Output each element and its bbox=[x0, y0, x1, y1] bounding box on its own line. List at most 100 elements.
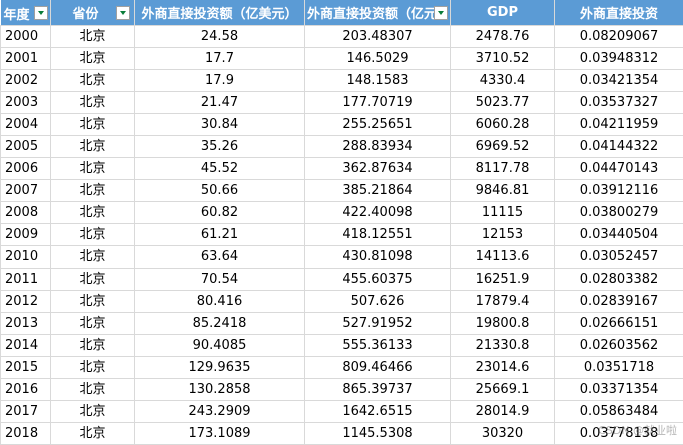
cell-fdi-usd[interactable]: 45.52 bbox=[135, 158, 305, 180]
cell-year[interactable]: 2015 bbox=[1, 356, 51, 378]
cell-year[interactable]: 2005 bbox=[1, 135, 51, 157]
cell-gdp[interactable]: 11115 bbox=[451, 202, 555, 224]
header-fdi-usd[interactable]: 外商直接投资额（亿美元） bbox=[135, 0, 305, 25]
cell-province[interactable]: 北京 bbox=[51, 423, 135, 445]
cell-fdi-ratio[interactable]: 0.03052457 bbox=[555, 246, 683, 268]
cell-province[interactable]: 北京 bbox=[51, 379, 135, 401]
cell-province[interactable]: 北京 bbox=[51, 202, 135, 224]
cell-fdi-cny[interactable]: 203.48307 bbox=[305, 25, 451, 47]
cell-province[interactable]: 北京 bbox=[51, 69, 135, 91]
cell-year[interactable]: 2011 bbox=[1, 268, 51, 290]
cell-fdi-cny[interactable]: 422.40098 bbox=[305, 202, 451, 224]
cell-fdi-usd[interactable]: 90.4085 bbox=[135, 334, 305, 356]
cell-year[interactable]: 2009 bbox=[1, 224, 51, 246]
cell-province[interactable]: 北京 bbox=[51, 25, 135, 47]
cell-fdi-ratio[interactable]: 0.05863484 bbox=[555, 401, 683, 423]
cell-fdi-cny[interactable]: 146.5029 bbox=[305, 47, 451, 69]
cell-fdi-cny[interactable]: 555.36133 bbox=[305, 334, 451, 356]
header-fdi-ratio[interactable]: 外商直接投资 bbox=[555, 0, 683, 25]
cell-gdp[interactable]: 16251.9 bbox=[451, 268, 555, 290]
cell-province[interactable]: 北京 bbox=[51, 91, 135, 113]
cell-gdp[interactable]: 25669.1 bbox=[451, 379, 555, 401]
cell-gdp[interactable]: 19800.8 bbox=[451, 312, 555, 334]
cell-province[interactable]: 北京 bbox=[51, 224, 135, 246]
cell-year[interactable]: 2003 bbox=[1, 91, 51, 113]
cell-fdi-cny[interactable]: 865.39737 bbox=[305, 379, 451, 401]
cell-year[interactable]: 2002 bbox=[1, 69, 51, 91]
cell-gdp[interactable]: 12153 bbox=[451, 224, 555, 246]
cell-fdi-ratio[interactable]: 0.0351718 bbox=[555, 356, 683, 378]
cell-gdp[interactable]: 8117.78 bbox=[451, 158, 555, 180]
cell-fdi-ratio[interactable]: 0.02603562 bbox=[555, 334, 683, 356]
cell-gdp[interactable]: 21330.8 bbox=[451, 334, 555, 356]
cell-fdi-ratio[interactable]: 0.03440504 bbox=[555, 224, 683, 246]
cell-province[interactable]: 北京 bbox=[51, 47, 135, 69]
cell-fdi-usd[interactable]: 129.9635 bbox=[135, 356, 305, 378]
header-year[interactable]: 年度 bbox=[1, 0, 51, 25]
cell-year[interactable]: 2004 bbox=[1, 113, 51, 135]
cell-fdi-usd[interactable]: 85.2418 bbox=[135, 312, 305, 334]
cell-fdi-cny[interactable]: 362.87634 bbox=[305, 158, 451, 180]
filter-dropdown-icon[interactable] bbox=[116, 6, 130, 20]
cell-gdp[interactable]: 2478.76 bbox=[451, 25, 555, 47]
cell-fdi-cny[interactable]: 418.12551 bbox=[305, 224, 451, 246]
cell-fdi-usd[interactable]: 70.54 bbox=[135, 268, 305, 290]
cell-fdi-cny[interactable]: 527.91952 bbox=[305, 312, 451, 334]
cell-fdi-usd[interactable]: 21.47 bbox=[135, 91, 305, 113]
cell-province[interactable]: 北京 bbox=[51, 135, 135, 157]
cell-year[interactable]: 2010 bbox=[1, 246, 51, 268]
cell-fdi-usd[interactable]: 60.82 bbox=[135, 202, 305, 224]
filter-dropdown-icon[interactable] bbox=[34, 6, 48, 20]
cell-fdi-usd[interactable]: 63.64 bbox=[135, 246, 305, 268]
cell-fdi-ratio[interactable]: 0.08209067 bbox=[555, 25, 683, 47]
cell-fdi-cny[interactable]: 1642.6515 bbox=[305, 401, 451, 423]
cell-fdi-usd[interactable]: 24.58 bbox=[135, 25, 305, 47]
cell-gdp[interactable]: 14113.6 bbox=[451, 246, 555, 268]
header-province[interactable]: 省份 bbox=[51, 0, 135, 25]
cell-fdi-usd[interactable]: 17.7 bbox=[135, 47, 305, 69]
cell-fdi-usd[interactable]: 61.21 bbox=[135, 224, 305, 246]
cell-year[interactable]: 2017 bbox=[1, 401, 51, 423]
cell-fdi-usd[interactable]: 80.416 bbox=[135, 290, 305, 312]
filter-dropdown-icon[interactable] bbox=[434, 6, 448, 20]
cell-fdi-usd[interactable]: 173.1089 bbox=[135, 423, 305, 445]
cell-gdp[interactable]: 6969.52 bbox=[451, 135, 555, 157]
cell-province[interactable]: 北京 bbox=[51, 113, 135, 135]
cell-fdi-cny[interactable]: 455.60375 bbox=[305, 268, 451, 290]
cell-fdi-usd[interactable]: 243.2909 bbox=[135, 401, 305, 423]
cell-gdp[interactable]: 3710.52 bbox=[451, 47, 555, 69]
cell-fdi-ratio[interactable]: 0.02803382 bbox=[555, 268, 683, 290]
cell-fdi-cny[interactable]: 177.70719 bbox=[305, 91, 451, 113]
cell-year[interactable]: 2001 bbox=[1, 47, 51, 69]
cell-province[interactable]: 北京 bbox=[51, 401, 135, 423]
cell-fdi-ratio[interactable]: 0.02666151 bbox=[555, 312, 683, 334]
cell-year[interactable]: 2018 bbox=[1, 423, 51, 445]
cell-fdi-ratio[interactable]: 0.02839167 bbox=[555, 290, 683, 312]
cell-fdi-ratio[interactable]: 0.04211959 bbox=[555, 113, 683, 135]
cell-year[interactable]: 2014 bbox=[1, 334, 51, 356]
cell-fdi-cny[interactable]: 430.81098 bbox=[305, 246, 451, 268]
cell-fdi-ratio[interactable]: 0.03371354 bbox=[555, 379, 683, 401]
cell-fdi-ratio[interactable]: 0.03778138 bbox=[555, 423, 683, 445]
cell-gdp[interactable]: 5023.77 bbox=[451, 91, 555, 113]
cell-gdp[interactable]: 9846.81 bbox=[451, 180, 555, 202]
cell-gdp[interactable]: 23014.6 bbox=[451, 356, 555, 378]
cell-province[interactable]: 北京 bbox=[51, 158, 135, 180]
cell-year[interactable]: 2007 bbox=[1, 180, 51, 202]
cell-gdp[interactable]: 17879.4 bbox=[451, 290, 555, 312]
cell-fdi-ratio[interactable]: 0.03912116 bbox=[555, 180, 683, 202]
header-gdp[interactable]: GDP bbox=[451, 0, 555, 25]
cell-fdi-ratio[interactable]: 0.03800279 bbox=[555, 202, 683, 224]
cell-gdp[interactable]: 30320 bbox=[451, 423, 555, 445]
cell-province[interactable]: 北京 bbox=[51, 246, 135, 268]
cell-province[interactable]: 北京 bbox=[51, 312, 135, 334]
cell-fdi-ratio[interactable]: 0.03421354 bbox=[555, 69, 683, 91]
cell-fdi-ratio[interactable]: 0.04470143 bbox=[555, 158, 683, 180]
cell-fdi-ratio[interactable]: 0.03948312 bbox=[555, 47, 683, 69]
cell-fdi-cny[interactable]: 385.21864 bbox=[305, 180, 451, 202]
cell-fdi-ratio[interactable]: 0.04144322 bbox=[555, 135, 683, 157]
cell-province[interactable]: 北京 bbox=[51, 268, 135, 290]
cell-province[interactable]: 北京 bbox=[51, 180, 135, 202]
cell-year[interactable]: 2013 bbox=[1, 312, 51, 334]
cell-fdi-usd[interactable]: 130.2858 bbox=[135, 379, 305, 401]
